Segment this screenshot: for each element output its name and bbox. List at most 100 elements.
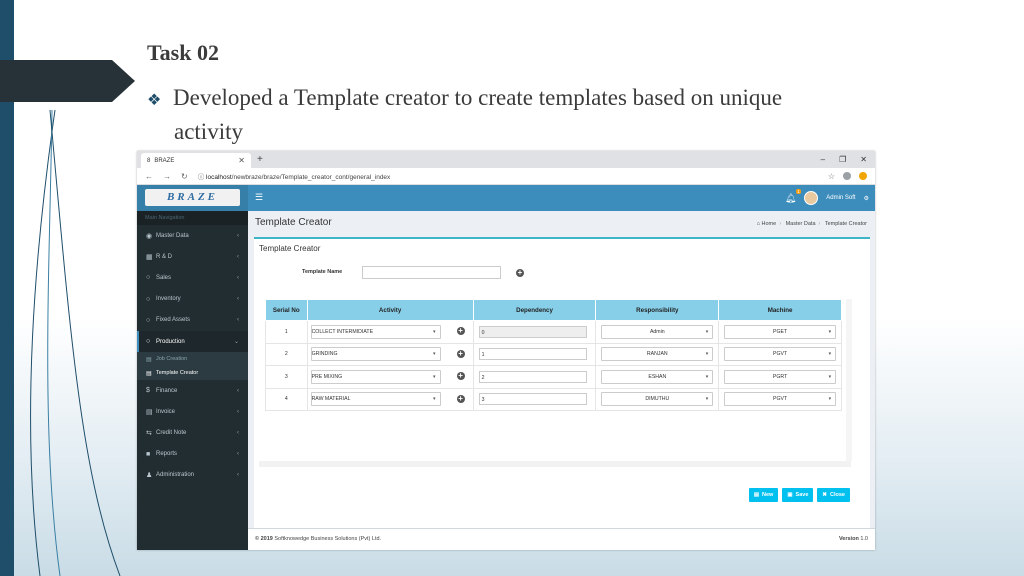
extension-icon[interactable]: [859, 172, 867, 180]
caret-down-icon: ▾: [433, 396, 436, 403]
activity-select[interactable]: RAW MATERIAL ▾: [310, 392, 441, 407]
sidebar-item-sales[interactable]: ○ Sales ‹: [137, 267, 248, 288]
sidebar-item-inventory[interactable]: ○ Inventory ‹: [137, 289, 248, 310]
close-tab-icon[interactable]: ✕: [238, 156, 245, 165]
sidebar-item-production[interactable]: ○ Production ⌄: [137, 330, 248, 353]
logo-area[interactable]: BRAZE: [137, 185, 248, 211]
vertical-scrollbar[interactable]: [846, 299, 852, 461]
chevron-left-icon: ‹: [237, 232, 239, 239]
file-icon: ▤: [753, 492, 760, 498]
machine-value: PGVT: [773, 396, 788, 403]
sidebar-subitem-job-creation[interactable]: ▤ Job Creation: [137, 352, 248, 366]
machine-select[interactable]: PGVT ▾: [724, 392, 837, 407]
maximize-icon[interactable]: ❐: [839, 155, 846, 164]
info-icon: ⓘ: [197, 174, 205, 181]
new-tab-icon[interactable]: +: [257, 154, 263, 165]
dependency-input[interactable]: 2: [478, 370, 587, 383]
bell-icon[interactable]: 🔔︎ 1: [785, 188, 802, 204]
add-activity-button[interactable]: +: [454, 325, 467, 337]
chevron-left-icon: ‹: [237, 253, 239, 260]
breadcrumb-master-data[interactable]: Master Data: [786, 221, 816, 227]
window-close-icon[interactable]: ✕: [860, 155, 867, 164]
browser-tab[interactable]: 8 BRAZE ✕: [141, 153, 251, 168]
column-header-machine: Machine: [718, 299, 842, 321]
address-bar: ← → ↻ ⓘ localhost/newbraze/braze/Templat…: [137, 168, 875, 185]
back-icon[interactable]: ←: [145, 172, 153, 181]
new-button[interactable]: ▤ New: [748, 488, 779, 502]
star-icon[interactable]: ☆: [828, 172, 835, 181]
responsibility-select[interactable]: RANJAN ▾: [601, 347, 714, 362]
url-field[interactable]: ⓘ localhost/newbraze/braze/Template_crea…: [198, 171, 391, 181]
sidebar-item-invoice[interactable]: ▤ Invoice ‹: [137, 401, 248, 422]
chevron-down-icon: ⌄: [233, 339, 239, 346]
save-button[interactable]: ▣ Save: [782, 488, 814, 502]
caret-down-icon: ▾: [705, 351, 709, 358]
plus-icon: +: [458, 326, 463, 335]
machine-select[interactable]: PGVT ▾: [724, 347, 837, 362]
responsibility-value: RANJAN: [646, 351, 668, 358]
minimize-icon[interactable]: –: [821, 155, 825, 164]
dependency-input[interactable]: 3: [478, 393, 587, 406]
chevron-left-icon: ‹: [237, 274, 239, 281]
chevron-left-icon: ‹: [237, 387, 239, 394]
circle-icon: ○: [146, 316, 151, 324]
responsibility-select[interactable]: DIMUTHU ▾: [601, 392, 714, 407]
action-buttons: ▤ New ▣ Save ✖ Close: [748, 488, 850, 502]
profile-icon[interactable]: [843, 172, 851, 180]
sidebar-item-credit-note[interactable]: ⇆ Credit Note ‹: [137, 423, 248, 444]
dependency-input[interactable]: 0: [478, 325, 587, 338]
machine-value: PGET: [773, 328, 788, 335]
responsibility-value: DIMUTHU: [645, 396, 670, 403]
close-button[interactable]: ✖ Close: [817, 488, 850, 502]
add-activity-button[interactable]: +: [454, 392, 467, 405]
settings-gears-icon[interactable]: ⚙: [864, 195, 869, 202]
add-activity-button[interactable]: +: [454, 370, 467, 382]
activity-select[interactable]: COLLECT INTERMIDIATE ▾: [310, 324, 441, 339]
menu-toggle-icon[interactable]: ☰: [255, 192, 263, 203]
activity-cell: RAW MATERIAL ▾ +: [306, 387, 474, 411]
activity-select[interactable]: PRE MIXING ▾: [310, 369, 441, 384]
new-button-label: New: [762, 492, 774, 498]
sidebar-subitem-template-creator[interactable]: ▤ Template Creator: [137, 366, 248, 380]
avatar[interactable]: [804, 191, 819, 205]
activity-value: PRE MIXING: [311, 373, 343, 380]
dependency-input[interactable]: 1: [478, 348, 587, 361]
sidebar-item-label: Administration: [156, 472, 195, 479]
url-host: localhost: [206, 174, 232, 181]
copyright: © 2019 Softknowedge Business Solutions (…: [255, 536, 381, 542]
sidebar-item-reports[interactable]: ■ Reports ‹: [137, 444, 248, 465]
caret-down-icon: ▾: [433, 373, 436, 380]
tab-favicon-icon: 8: [147, 157, 151, 164]
version: Version 1.0: [839, 536, 868, 542]
add-template-button[interactable]: +: [514, 267, 526, 279]
column-header-serial: Serial No: [265, 299, 308, 321]
sidebar-item-rnd[interactable]: ▦ R & D ‹: [137, 246, 248, 267]
forward-icon[interactable]: →: [163, 172, 171, 181]
activity-table: Serial No Activity Dependency Responsibi…: [265, 299, 842, 411]
machine-select[interactable]: PGRT ▾: [724, 369, 837, 384]
responsibility-select[interactable]: Admin ▾: [601, 324, 714, 339]
sidebar-item-fixed-assets[interactable]: ○ Fixed Assets ‹: [137, 310, 248, 331]
sidebar-item-label: Reports: [156, 451, 178, 458]
caret-down-icon: ▾: [828, 351, 832, 358]
horizontal-scrollbar[interactable]: [259, 461, 851, 467]
template-name-input[interactable]: [362, 266, 501, 279]
responsibility-cell: Admin ▾: [595, 320, 720, 344]
responsibility-select[interactable]: ESHAN ▾: [601, 369, 714, 384]
dependency-cell: 2: [472, 365, 597, 389]
sidebar-item-finance[interactable]: $ Finance ‹: [137, 380, 248, 401]
browser-window: 8 BRAZE ✕ + – ❐ ✕ ← → ↻ ⓘ localhost/newb…: [137, 151, 875, 550]
breadcrumb-home[interactable]: Home: [762, 221, 777, 227]
machine-select[interactable]: PGET ▾: [724, 324, 837, 339]
activity-select[interactable]: GRINDING ▾: [310, 347, 441, 362]
chevron-left-icon: ‹: [237, 430, 239, 437]
sidebar-item-administration[interactable]: ♟ Administration ‹: [137, 465, 248, 486]
box-title: Template Creator: [259, 244, 321, 253]
user-name[interactable]: Admin Soft: [826, 195, 855, 201]
add-activity-button[interactable]: +: [454, 347, 467, 360]
caret-down-icon: ▾: [828, 373, 832, 380]
breadcrumb-current: Template Creator: [824, 221, 867, 227]
sidebar-item-master-data[interactable]: ◉ Master Data ‹: [137, 225, 248, 246]
caret-down-icon: ▾: [828, 396, 832, 403]
reload-icon[interactable]: ↻: [181, 172, 188, 181]
